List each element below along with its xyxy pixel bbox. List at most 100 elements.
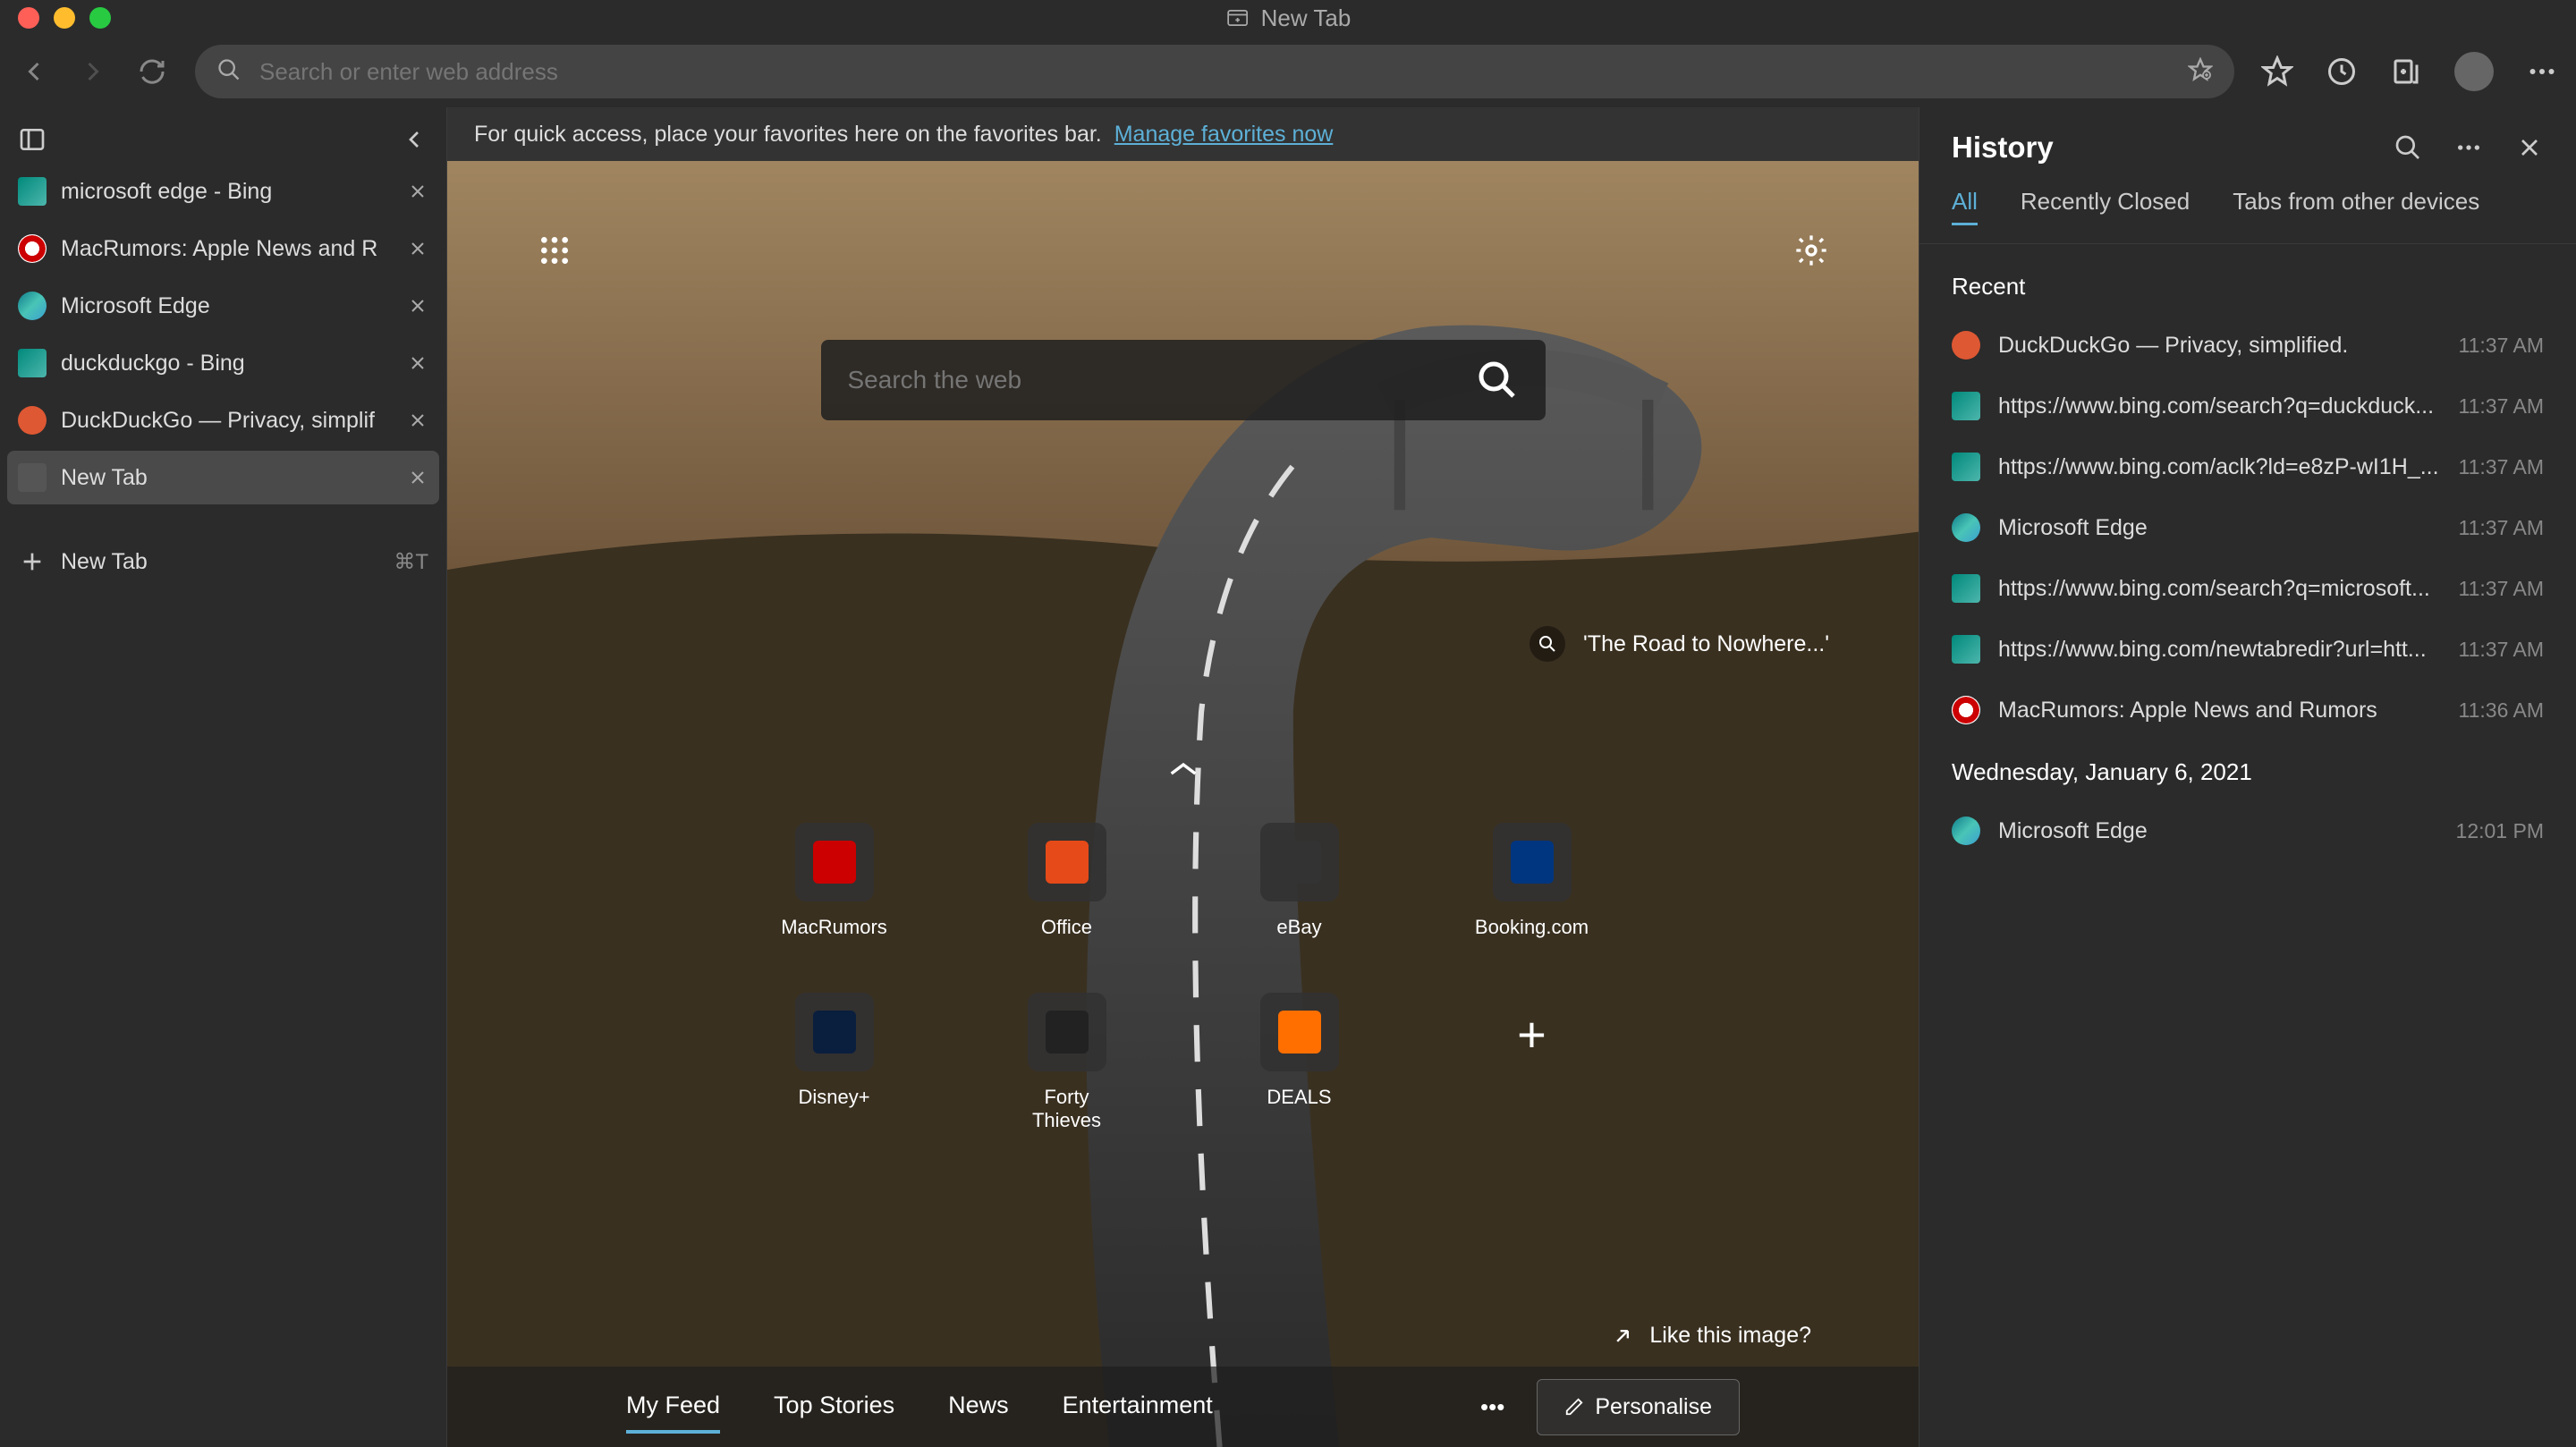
forward-button[interactable] (77, 55, 109, 88)
search-submit-icon[interactable] (1476, 359, 1519, 402)
profile-avatar[interactable] (2454, 52, 2494, 91)
history-item[interactable]: Microsoft Edge 12:01 PM (1919, 800, 2576, 861)
titlebar: New Tab (0, 0, 2576, 36)
tab-close-icon[interactable] (407, 295, 428, 317)
quicklink-item[interactable]: Booking.com (1474, 823, 1590, 939)
address-bar[interactable] (195, 45, 2234, 98)
tab-favicon (18, 177, 47, 206)
tab-item[interactable]: New Tab (7, 451, 439, 504)
personalise-button[interactable]: Personalise (1537, 1379, 1740, 1435)
add-quicklink-button[interactable]: + (1474, 993, 1590, 1132)
tab-close-icon[interactable] (407, 181, 428, 202)
plus-icon: + (1505, 1007, 1559, 1061)
feed-tab[interactable]: News (948, 1381, 1009, 1434)
window-close-button[interactable] (18, 7, 39, 29)
history-item[interactable]: Microsoft Edge 11:37 AM (1919, 497, 2576, 558)
history-tab[interactable]: Recently Closed (2021, 188, 2190, 225)
image-credit: 'The Road to Nowhere...' (1530, 626, 1829, 662)
back-button[interactable] (18, 55, 50, 88)
tabs-panel-icon[interactable] (18, 125, 47, 154)
tab-title: Microsoft Edge (61, 293, 393, 319)
tab-close-icon[interactable] (407, 352, 428, 374)
web-search-box[interactable] (821, 340, 1546, 420)
history-panel: History AllRecently ClosedTabs from othe… (1919, 107, 2576, 1447)
history-more-icon[interactable] (2454, 133, 2483, 162)
quicklink-label: Disney+ (798, 1086, 869, 1109)
feed-tab[interactable]: My Feed (626, 1381, 720, 1434)
favbar-text: For quick access, place your favorites h… (474, 122, 1102, 148)
app-launcher-icon[interactable] (537, 233, 572, 268)
window-maximize-button[interactable] (89, 7, 111, 29)
history-favicon (1952, 331, 1980, 360)
quicklink-item[interactable]: Disney+ (776, 993, 893, 1132)
history-favicon (1952, 574, 1980, 603)
tab-title: microsoft edge - Bing (61, 179, 393, 205)
collapse-sidebar-icon[interactable] (400, 125, 428, 154)
favorites-icon[interactable] (2261, 55, 2293, 88)
tab-item[interactable]: duckduckgo - Bing (7, 336, 439, 390)
quicklink-item[interactable]: Office (1009, 823, 1125, 939)
feed-tab[interactable]: Entertainment (1063, 1381, 1213, 1434)
tab-favicon (18, 292, 47, 320)
feed-tab[interactable]: Top Stories (774, 1381, 894, 1434)
quicklink-icon (813, 841, 856, 884)
personalise-label: Personalise (1595, 1394, 1712, 1420)
quicklink-icon (813, 1011, 856, 1054)
address-input[interactable] (259, 58, 2170, 86)
newtab-label: New Tab (61, 549, 148, 575)
menu-icon[interactable] (2526, 55, 2558, 88)
reload-button[interactable] (136, 55, 168, 88)
window-minimize-button[interactable] (54, 7, 75, 29)
history-item[interactable]: https://www.bing.com/newtabredir?url=htt… (1919, 619, 2576, 680)
quicklink-icon (1046, 1011, 1089, 1054)
history-item-title: https://www.bing.com/search?q=microsoft.… (1998, 576, 2441, 602)
page-content: For quick access, place your favorites h… (447, 107, 1919, 1447)
page-settings-icon[interactable] (1793, 233, 1829, 268)
quicklink-icon (1278, 841, 1321, 884)
quicklink-label: DEALS (1267, 1086, 1331, 1109)
newtab-shortcut: ⌘T (394, 549, 428, 575)
tab-item[interactable]: microsoft edge - Bing (7, 165, 439, 218)
tab-close-icon[interactable] (407, 467, 428, 488)
quicklink-item[interactable]: eBay (1241, 823, 1358, 939)
image-search-icon[interactable] (1530, 626, 1565, 662)
history-item[interactable]: https://www.bing.com/search?q=microsoft.… (1919, 558, 2576, 619)
manage-favorites-link[interactable]: Manage favorites now (1114, 122, 1334, 148)
plus-icon (18, 547, 47, 576)
quicklink-item[interactable]: Forty Thieves (1009, 993, 1125, 1132)
history-tab[interactable]: All (1952, 188, 1978, 225)
history-item[interactable]: https://www.bing.com/search?q=duckduck..… (1919, 376, 2576, 436)
tab-close-icon[interactable] (407, 410, 428, 431)
history-icon[interactable] (2326, 55, 2358, 88)
history-item[interactable]: MacRumors: Apple News and Rumors 11:36 A… (1919, 680, 2576, 740)
tab-close-icon[interactable] (407, 238, 428, 259)
history-item-title: DuckDuckGo — Privacy, simplified. (1998, 333, 2441, 359)
quicklink-item[interactable]: DEALS (1241, 993, 1358, 1132)
history-favicon (1952, 635, 1980, 664)
history-close-icon[interactable] (2515, 133, 2544, 162)
quicklink-label: Booking.com (1475, 916, 1589, 939)
history-item[interactable]: DuckDuckGo — Privacy, simplified. 11:37 … (1919, 315, 2576, 376)
favorite-star-icon[interactable] (2188, 57, 2213, 87)
tab-title: duckduckgo - Bing (61, 351, 393, 377)
history-item-title: https://www.bing.com/search?q=duckduck..… (1998, 393, 2441, 419)
history-tab[interactable]: Tabs from other devices (2233, 188, 2479, 225)
new-tab-button[interactable]: New Tab ⌘T (7, 535, 439, 588)
history-item[interactable]: https://www.bing.com/aclk?ld=e8zP-wI1H_.… (1919, 436, 2576, 497)
collapse-quicklinks-icon[interactable] (1165, 760, 1201, 782)
collections-icon[interactable] (2390, 55, 2422, 88)
quicklink-item[interactable]: MacRumors (776, 823, 893, 939)
toolbar (0, 36, 2576, 107)
history-search-icon[interactable] (2394, 133, 2422, 162)
tab-item[interactable]: MacRumors: Apple News and R (7, 222, 439, 275)
tab-item[interactable]: Microsoft Edge (7, 279, 439, 333)
tab-item[interactable]: DuckDuckGo — Privacy, simplif (7, 393, 439, 447)
quicklink-label: Forty Thieves (1009, 1086, 1125, 1132)
newtab-icon (1225, 5, 1250, 30)
expand-icon[interactable] (1610, 1324, 1635, 1349)
web-search-input[interactable] (848, 366, 1458, 394)
tab-favicon (18, 406, 47, 435)
history-item-title: https://www.bing.com/aclk?ld=e8zP-wI1H_.… (1998, 454, 2441, 480)
feed-more-icon[interactable]: ••• (1480, 1393, 1504, 1421)
quicklink-label: eBay (1276, 916, 1321, 939)
